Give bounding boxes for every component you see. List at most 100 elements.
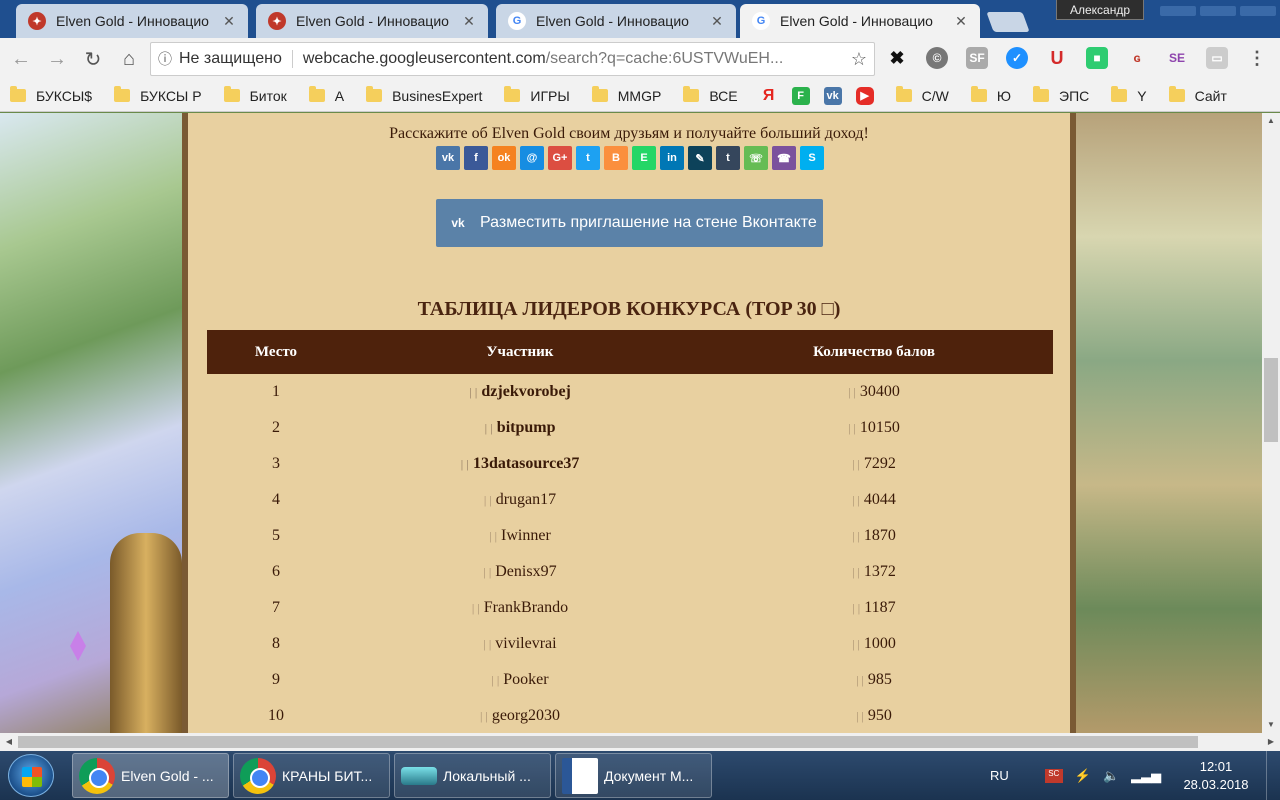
extension-screen-icon[interactable]: ▭ (1206, 47, 1228, 69)
bookmark-item[interactable]: MMGP (591, 86, 661, 104)
close-tab-icon[interactable]: ✕ (460, 13, 478, 30)
odnoklassniki-share-icon[interactable]: ok (492, 146, 516, 170)
points-value: 1187 (864, 599, 896, 616)
bookmark-item[interactable]: ИГРЫ (504, 86, 570, 104)
extension-check-icon[interactable]: ✓ (1006, 47, 1028, 69)
info-icon[interactable]: ⓘ (151, 49, 179, 69)
extension-cube-icon[interactable]: ■ (1086, 47, 1108, 69)
extension-x-icon[interactable]: ✖ (886, 47, 908, 69)
points-value: 950 (867, 707, 892, 724)
network-signal-icon[interactable]: ▂▃▅ (1131, 768, 1161, 784)
tray-app-icon[interactable]: SC (1044, 768, 1063, 783)
menu-kebab-icon[interactable]: ⋮ (1246, 47, 1268, 69)
maximize-button[interactable] (1200, 6, 1236, 16)
bookmark-item[interactable]: А (308, 86, 344, 104)
linkedin-share-icon[interactable]: in (660, 146, 684, 170)
bookmark-star-icon[interactable]: ☆ (844, 49, 874, 70)
reload-icon[interactable]: ↻ (78, 44, 108, 74)
scrollbar-thumb[interactable] (1264, 358, 1278, 442)
cell-user: | | Pooker (345, 671, 695, 689)
header-points: Количество балов (813, 343, 935, 360)
taskbar-item[interactable]: КРАНЫ БИТ... (233, 753, 390, 798)
whatsapp-share-icon[interactable]: ☏ (744, 146, 768, 170)
cell-user: | | Denisx97 (345, 563, 695, 581)
bookmark-item[interactable]: Сайт (1168, 86, 1227, 104)
bookmark-yandex[interactable]: Я (760, 87, 778, 105)
bookmark-item[interactable]: Ю (970, 86, 1011, 104)
horizontal-scrollbar[interactable]: ◀ ▶ (0, 733, 1280, 751)
placeholder-glyph-icon: | | (848, 385, 856, 399)
extension-copyright-icon[interactable]: © (926, 47, 948, 69)
bookmark-item[interactable]: BusinesExpert (366, 86, 482, 104)
table-row: 3 | | 13datasource37 | | 7292 (207, 446, 1053, 482)
bookmark-item[interactable]: БУКСЫ Р (114, 86, 202, 104)
bookmark-feedly[interactable]: F (791, 86, 810, 105)
skype-share-icon[interactable]: S (800, 146, 824, 170)
extension-se-icon[interactable]: SE (1166, 47, 1188, 69)
close-tab-icon[interactable]: ✕ (708, 13, 726, 30)
vk-invite-button[interactable]: vk Разместить приглашение на стене Вконт… (436, 199, 823, 247)
scroll-left-arrow-icon[interactable]: ◀ (0, 733, 18, 751)
bookmark-item[interactable]: Y (1111, 86, 1147, 104)
vertical-scrollbar[interactable]: ▲ ▼ (1262, 113, 1280, 733)
bookmark-label: БУКСЫ$ (36, 87, 93, 104)
bookmark-youtube[interactable]: ▶ (855, 86, 874, 105)
close-tab-icon[interactable]: ✕ (220, 13, 238, 30)
new-tab-button[interactable] (986, 12, 1030, 32)
folder-icon (683, 86, 700, 102)
scrollbar-thumb[interactable] (18, 736, 1198, 748)
show-desktop-button[interactable] (1266, 751, 1280, 800)
extension-ghost-icon[interactable]: ɢ (1126, 47, 1148, 69)
scroll-right-arrow-icon[interactable]: ▶ (1262, 733, 1280, 751)
close-window-button[interactable] (1240, 6, 1276, 16)
power-icon[interactable]: ⚡ (1075, 768, 1091, 784)
bookmark-item[interactable]: ВСЕ (683, 86, 738, 104)
browser-tab[interactable]: ✦ Elven Gold - Инновацио ✕ (16, 4, 248, 38)
bookmark-item[interactable]: ЭПС (1033, 86, 1089, 104)
table-row: 4 | | drugan17 | | 4044 (207, 482, 1053, 518)
vk-share-icon[interactable]: vk (436, 146, 460, 170)
cell-user: | | Iwinner (345, 527, 695, 545)
minimize-button[interactable] (1160, 6, 1196, 16)
evernote-share-icon[interactable]: E (632, 146, 656, 170)
language-indicator[interactable]: RU (990, 768, 1009, 783)
points-value: 985 (867, 671, 892, 688)
points-value: 1870 (863, 527, 896, 544)
livejournal-share-icon[interactable]: ✎ (688, 146, 712, 170)
forward-arrow-icon[interactable]: → (42, 44, 72, 74)
extension-sf-icon[interactable]: SF (966, 47, 988, 69)
bookmark-vk[interactable]: vk (823, 86, 842, 105)
browser-tab-active[interactable]: G Elven Gold - Инновацио ✕ (740, 4, 980, 38)
bookmark-label: ВСЕ (709, 87, 738, 104)
url-text[interactable]: webcache.googleusercontent.com/search?q=… (293, 50, 844, 68)
googleplus-share-icon[interactable]: G+ (548, 146, 572, 170)
taskbar-item[interactable]: Документ M... (555, 753, 712, 798)
viber-share-icon[interactable]: ☎ (772, 146, 796, 170)
bookmark-item[interactable]: C/W (895, 86, 949, 104)
scroll-down-arrow-icon[interactable]: ▼ (1262, 717, 1280, 733)
tumblr-share-icon[interactable]: t (716, 146, 740, 170)
bookmark-item[interactable]: Биток (223, 86, 287, 104)
browser-tab[interactable]: ✦ Elven Gold - Инновацио ✕ (256, 4, 488, 38)
table-row: 7 | | FrankBrando | | 1187 (207, 590, 1053, 626)
facebook-share-icon[interactable]: f (464, 146, 488, 170)
profile-button[interactable]: Александр (1056, 0, 1144, 20)
extension-u-icon[interactable]: U (1046, 47, 1068, 69)
browser-tab[interactable]: G Elven Gold - Инновацио ✕ (496, 4, 736, 38)
scroll-up-arrow-icon[interactable]: ▲ (1262, 113, 1280, 129)
taskbar-item[interactable]: Elven Gold - ... (72, 753, 229, 798)
start-button[interactable] (8, 754, 54, 797)
address-bar[interactable]: ⓘ Не защищено webcache.googleusercontent… (150, 42, 875, 76)
volume-icon[interactable]: 🔈 (1103, 768, 1119, 784)
bookmark-item[interactable]: БУКСЫ$ (10, 86, 93, 104)
cell-user: | | 13datasource37 (345, 455, 695, 473)
blogger-share-icon[interactable]: B (604, 146, 628, 170)
close-tab-icon[interactable]: ✕ (952, 13, 970, 30)
moimir-share-icon[interactable]: @ (520, 146, 544, 170)
back-arrow-icon[interactable]: ← (6, 44, 36, 74)
taskbar-item[interactable]: Локальный ... (394, 753, 551, 798)
folder-icon (1111, 86, 1128, 102)
system-clock[interactable]: 12:01 28.03.2018 (1178, 758, 1254, 794)
home-icon[interactable]: ⌂ (114, 44, 144, 74)
twitter-share-icon[interactable]: t (576, 146, 600, 170)
